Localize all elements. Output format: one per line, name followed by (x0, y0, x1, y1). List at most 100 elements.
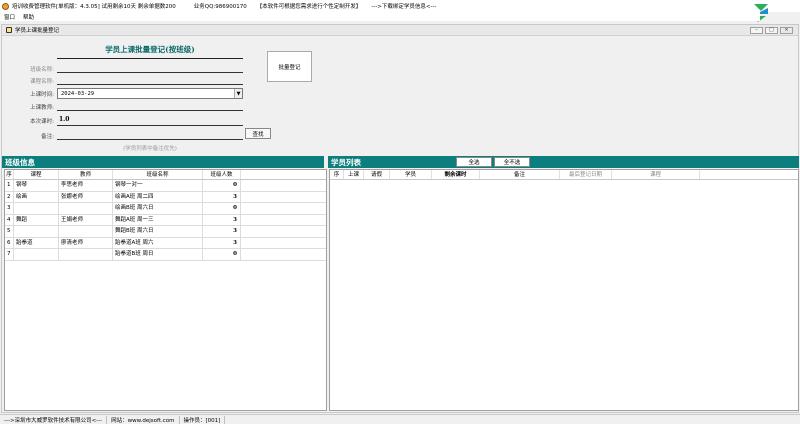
table-row[interactable]: 5 舞蹈B班 周六日 3 (5, 226, 326, 238)
table-row[interactable]: 7 跆拳道B班 周日 0 (5, 249, 326, 261)
column-header[interactable]: 请假 (364, 170, 390, 179)
business-qq: 业务QQ:986900170 (193, 4, 247, 10)
status-operator: 操作员：[001] (180, 415, 226, 424)
menu-window[interactable]: 窗口 (0, 13, 19, 21)
window-title: 培训收费管理软件[单机版：4.3.05] 试用剩余10天 剩余单据数200 (12, 4, 176, 10)
menu-help[interactable]: 帮助 (19, 13, 38, 21)
cell-class-count: 3 (203, 191, 241, 202)
form-title-divider (57, 58, 243, 59)
student-list-title: 学员列表 (331, 158, 361, 167)
title-bar: 培训收费管理软件[单机版：4.3.05] 试用剩余10天 剩余单据数200 业务… (0, 0, 800, 22)
column-header[interactable]: 备注 (480, 170, 560, 179)
column-header[interactable]: 教师 (59, 170, 113, 179)
cell-course (14, 226, 59, 237)
status-website: 网站：www.dejsoft.com (107, 415, 180, 424)
batch-register-button[interactable]: 批量登记 (267, 51, 312, 82)
maximize-button[interactable]: □ (765, 27, 778, 34)
student-list-header: 学员列表 全选 全不选 (328, 156, 799, 168)
row-number: 1 (5, 180, 14, 191)
class-name-field[interactable] (57, 72, 243, 73)
class-time-picker[interactable]: 2024-03-29 ▼ (57, 88, 243, 99)
table-row[interactable]: 4 舞蹈 王娟老师 舞蹈A班 周一三 3 (5, 214, 326, 226)
cell-class-count: 0 (203, 203, 241, 214)
column-header[interactable]: 课程 (612, 170, 700, 179)
column-header[interactable]: 剩余课时 (432, 170, 480, 179)
column-header[interactable]: 班级人数 (203, 170, 241, 179)
row-number: 2 (5, 191, 14, 202)
class-info-header: 班级信息 (2, 156, 324, 168)
cell-course: 绘画 (14, 191, 59, 202)
teacher-field[interactable] (57, 110, 243, 111)
cell-course: 舞蹈 (14, 214, 59, 225)
search-teacher-button[interactable]: 查找 (245, 128, 271, 139)
close-button[interactable]: × (780, 27, 793, 34)
cell-teacher (59, 226, 113, 237)
select-all-button[interactable]: 全选 (456, 157, 492, 167)
column-header[interactable]: 序 (330, 170, 344, 179)
column-header[interactable]: 学员 (390, 170, 432, 179)
row-number: 5 (5, 226, 14, 237)
remark-priority-hint: (学员列表中备注优先) (123, 146, 177, 152)
teacher-label: 上课教师: (30, 105, 54, 111)
course-name-label: 课程名称: (30, 79, 54, 85)
table-row[interactable]: 2 绘画 张娜老师 绘画A班 周二四 3 (5, 191, 326, 203)
status-bar: --->深圳市大威罗软件技术有限公司<--- 网站：www.dejsoft.co… (0, 414, 800, 424)
row-number: 6 (5, 237, 14, 248)
table-row[interactable]: 6 跆拳道 廖清老师 跆拳道A班 周六 3 (5, 237, 326, 249)
cell-course: 钢琴 (14, 180, 59, 191)
column-header[interactable]: 课程 (14, 170, 59, 179)
course-name-field[interactable] (57, 84, 243, 85)
cell-course (14, 203, 59, 214)
cell-class-name: 绘画A班 周二四 (113, 191, 203, 202)
cell-class-name: 跆拳道B班 周日 (113, 249, 203, 260)
class-name-label: 班级名称: (30, 67, 54, 73)
cell-course (14, 249, 59, 260)
cell-class-count: 0 (203, 180, 241, 191)
form-title: 学员上课批量登记(按班级) (105, 45, 195, 54)
cell-class-name: 钢琴一对一 (113, 180, 203, 191)
cell-class-count: 3 (203, 237, 241, 248)
column-header[interactable]: 最后登记日期 (560, 170, 612, 179)
lesson-count-value[interactable]: 1.0 (59, 116, 69, 123)
download-student-info-link[interactable]: --->下载绑定学员信息<--- (371, 2, 436, 10)
menu-bar: 窗口 帮助 (0, 12, 760, 21)
column-header[interactable]: 班级名称 (113, 170, 203, 179)
child-window-title: 学员上课批量登记 (15, 28, 60, 34)
chevron-down-icon[interactable]: ▼ (234, 89, 242, 98)
lesson-count-field[interactable] (57, 125, 243, 126)
table-row[interactable]: 3 绘画B班 周六日 0 (5, 203, 326, 215)
child-title-bar: 学员上课批量登记 – □ × (2, 25, 798, 36)
cell-teacher: 张娜老师 (59, 191, 113, 202)
status-company: --->深圳市大威罗软件技术有限公司<--- (0, 415, 108, 424)
cell-teacher: 王娟老师 (59, 214, 113, 225)
minimize-button[interactable]: – (750, 27, 763, 34)
cell-course: 跆拳道 (14, 237, 59, 248)
cell-teacher: 廖清老师 (59, 237, 113, 248)
deselect-all-button[interactable]: 全不选 (494, 157, 530, 167)
class-info-title: 班级信息 (5, 158, 35, 167)
student-grid[interactable]: 序 上课 请假 学员 剩余课时 备注 最后登记日期 课程 (329, 169, 799, 411)
window-icon (6, 27, 12, 33)
cell-class-count: 3 (203, 214, 241, 225)
cell-class-name: 舞蹈B班 周六日 (113, 226, 203, 237)
class-grid[interactable]: 序 课程 教师 班级名称 班级人数 1 钢琴 李思老师 钢琴一对一 0 2 绘画… (4, 169, 327, 411)
lesson-count-label: 本次课时: (30, 119, 54, 125)
cell-class-name: 舞蹈A班 周一三 (113, 214, 203, 225)
row-number: 4 (5, 214, 14, 225)
remark-label: 备注: (41, 134, 54, 140)
batch-attendance-window: 学员上课批量登记 – □ × 学员上课批量登记(按班级) 班级名称: 课程名称:… (1, 24, 799, 413)
app-icon (2, 2, 9, 10)
cell-teacher (59, 203, 113, 214)
cell-teacher (59, 249, 113, 260)
student-grid-header: 序 上课 请假 学员 剩余课时 备注 最后登记日期 课程 (330, 170, 798, 180)
table-row[interactable]: 1 钢琴 李思老师 钢琴一对一 0 (5, 180, 326, 192)
cell-teacher: 李思老师 (59, 180, 113, 191)
row-number: 3 (5, 203, 14, 214)
cell-class-name: 跆拳道A班 周六 (113, 237, 203, 248)
column-header[interactable]: 序 (5, 170, 14, 179)
app-window: 培训收费管理软件[单机版：4.3.05] 试用剩余10天 剩余单据数200 业务… (0, 0, 800, 424)
column-header[interactable]: 上课 (344, 170, 364, 179)
cell-class-name: 绘画B班 周六日 (113, 203, 203, 214)
remark-field[interactable] (57, 139, 243, 140)
class-grid-header: 序 课程 教师 班级名称 班级人数 (5, 170, 326, 180)
